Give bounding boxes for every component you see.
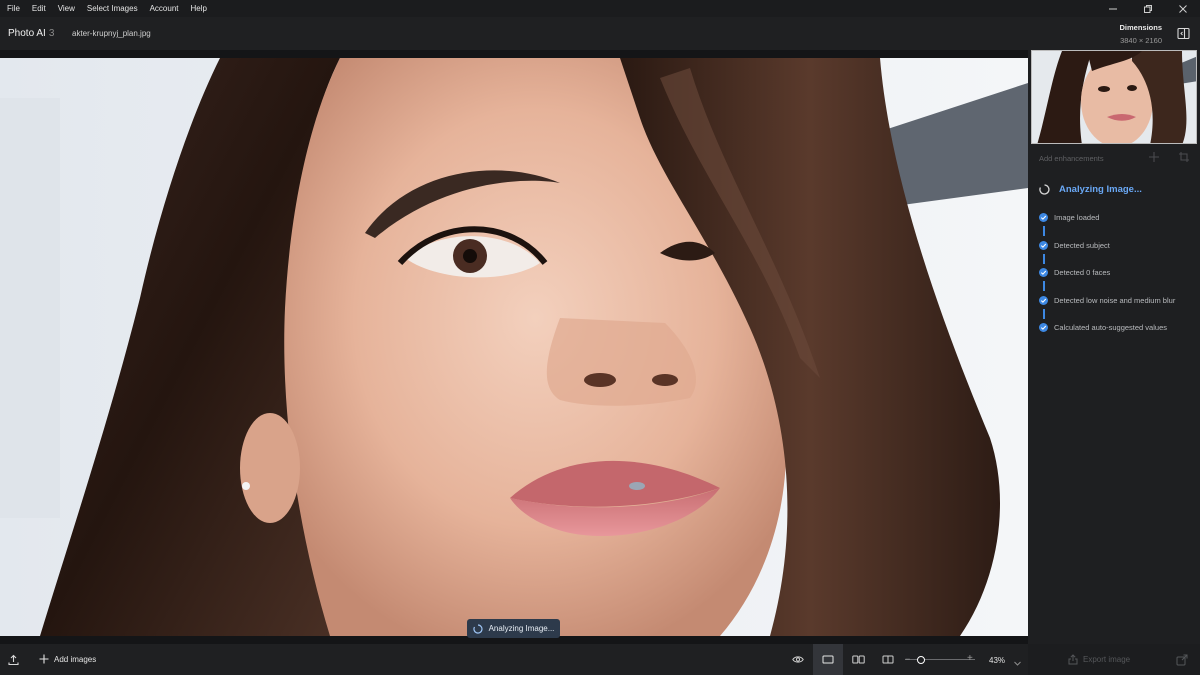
- file-name[interactable]: akter-krupnyj_plan.jpg: [72, 29, 151, 38]
- step-connector: [1043, 226, 1045, 236]
- menu-bar: File Edit View Select Images Account Hel…: [0, 0, 1200, 17]
- header-bar: Photo AI 3 akter-krupnyj_plan.jpg Dimensi…: [0, 17, 1200, 50]
- dimensions-value: 3840 × 2160: [1120, 36, 1162, 45]
- add-enhancement-icon[interactable]: [1148, 151, 1160, 163]
- menu-help[interactable]: Help: [185, 0, 213, 17]
- app-name: Photo AI: [8, 28, 46, 39]
- export-image-button[interactable]: Export image: [1068, 654, 1130, 665]
- zoom-slider-knob[interactable]: [917, 656, 925, 664]
- crop-icon[interactable]: [1178, 151, 1190, 163]
- side-panel: Add enhancements Analyzing Image... Imag…: [1028, 50, 1200, 644]
- minimize-icon[interactable]: [1095, 0, 1130, 17]
- check-icon: [1039, 323, 1048, 332]
- close-icon[interactable]: [1165, 0, 1200, 17]
- app-version: 3: [48, 28, 55, 39]
- step-connector: [1043, 281, 1045, 291]
- zoom-slider-track[interactable]: [905, 659, 975, 660]
- app-title: Photo AI 3: [8, 28, 54, 39]
- side-by-side-view-button[interactable]: [843, 644, 873, 675]
- step-label: Image loaded: [1054, 213, 1100, 222]
- check-icon: [1039, 213, 1048, 222]
- side-by-side-icon: [851, 655, 865, 664]
- export-icon: [1068, 654, 1078, 665]
- single-view-button[interactable]: [813, 644, 843, 675]
- menu-view[interactable]: View: [52, 0, 81, 17]
- spinner-icon: [472, 623, 483, 634]
- toast-text: Analyzing Image...: [488, 624, 555, 633]
- export-label: Export image: [1083, 655, 1131, 664]
- share-icon[interactable]: [1176, 654, 1188, 666]
- image-canvas[interactable]: Analyzing Image...: [0, 50, 1028, 644]
- step-label: Detected 0 faces: [1054, 268, 1111, 277]
- step-label: Calculated auto-suggested values: [1054, 323, 1167, 332]
- step-connector: [1043, 308, 1045, 319]
- split-view-icon: [882, 655, 894, 664]
- analyzing-toast: Analyzing Image...: [467, 619, 560, 638]
- step-label: Detected subject: [1054, 240, 1110, 250]
- menu-edit[interactable]: Edit: [26, 0, 52, 17]
- check-icon: [1039, 268, 1048, 277]
- split-view-button[interactable]: [873, 644, 903, 675]
- step-label: Detected low noise and medium blur: [1054, 295, 1176, 305]
- export-area: Export image: [1028, 644, 1200, 675]
- thumbnail-preview[interactable]: [1031, 50, 1197, 144]
- single-view-icon: [822, 655, 834, 664]
- menu-account[interactable]: Account: [144, 0, 185, 17]
- spinner-icon: [1039, 184, 1050, 195]
- zoom-value[interactable]: 43%: [989, 656, 1005, 665]
- zoom-in-icon[interactable]: +: [967, 653, 973, 664]
- main-photo[interactable]: [0, 58, 1028, 636]
- menu-file[interactable]: File: [0, 0, 26, 17]
- upload-icon[interactable]: [8, 654, 19, 666]
- panel-toggle-icon[interactable]: [1177, 27, 1190, 40]
- zoom-out-icon[interactable]: −: [905, 654, 910, 664]
- add-images-label: Add images: [54, 654, 97, 664]
- check-icon: [1039, 295, 1048, 305]
- bottom-toolbar: Add images − + 43% Export image: [0, 644, 1200, 675]
- eye-icon[interactable]: [783, 644, 813, 675]
- window-controls: [1095, 0, 1200, 17]
- analyzing-title: Analyzing Image...: [1059, 184, 1142, 195]
- dimensions-label: Dimensions: [1119, 23, 1162, 32]
- chevron-down-icon[interactable]: [1013, 656, 1022, 666]
- add-images-button[interactable]: Add images: [39, 654, 96, 664]
- menu-select-images[interactable]: Select Images: [81, 0, 144, 17]
- plus-icon: [39, 654, 49, 664]
- check-icon: [1039, 240, 1048, 250]
- step-connector: [1043, 253, 1045, 264]
- restore-icon[interactable]: [1130, 0, 1165, 17]
- add-enhancements-label: Add enhancements: [1039, 154, 1104, 163]
